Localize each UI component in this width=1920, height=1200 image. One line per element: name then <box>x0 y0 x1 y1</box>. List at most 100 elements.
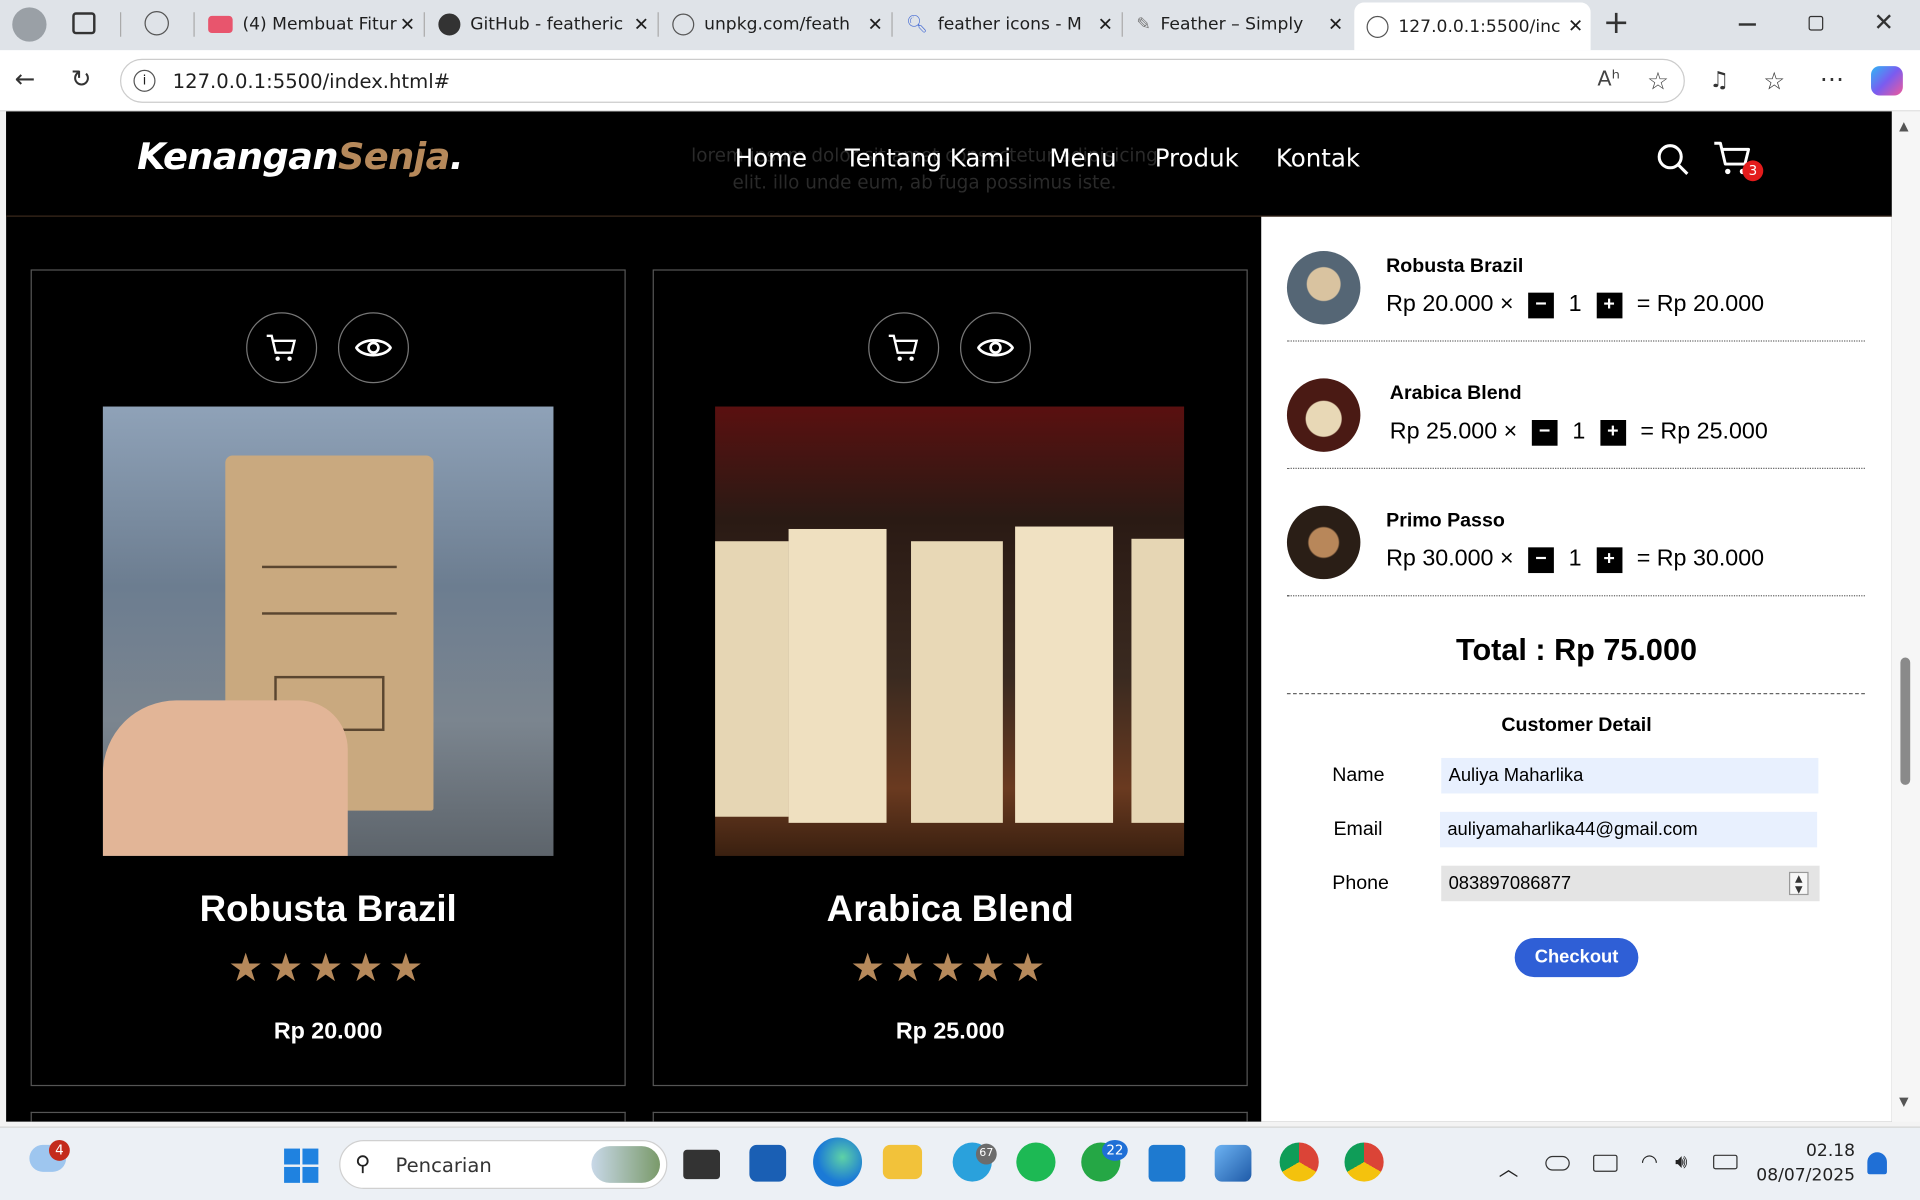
more-icon[interactable]: ⋯ <box>1820 64 1844 93</box>
tab-active[interactable]: 127.0.0.1:5500/inc ✕ <box>1354 2 1591 51</box>
close-icon[interactable]: ✕ <box>634 13 649 35</box>
spotify-icon[interactable] <box>1016 1142 1056 1182</box>
tab-feather[interactable]: ✎ Feather – Simply ✕ <box>1124 6 1351 43</box>
profile-icon[interactable] <box>12 7 47 42</box>
tab-youtube[interactable]: (4) Membuat Fitur ✕ <box>196 6 423 43</box>
increase-qty-button[interactable]: + <box>1596 546 1623 573</box>
add-to-cart-button[interactable] <box>868 312 940 384</box>
search-icon: ⚲ <box>355 1152 371 1177</box>
chevron-up-icon[interactable]: ︿ <box>1499 1152 1519 1181</box>
product-card-next <box>30 1111 626 1122</box>
cart-item-image <box>1286 505 1361 580</box>
close-window-icon[interactable]: ✕ <box>1873 7 1894 36</box>
chrome-icon[interactable] <box>1279 1142 1319 1182</box>
cart-item-qty: 1 <box>1572 418 1586 445</box>
nav-menu[interactable]: Menu <box>1049 143 1116 172</box>
view-detail-button[interactable] <box>960 312 1032 384</box>
increase-qty-button[interactable]: + <box>1599 419 1626 446</box>
copilot-icon[interactable] <box>1871 66 1903 96</box>
checkout-button[interactable]: Checkout <box>1514 937 1639 978</box>
cart-item-subtotal: = Rp 20.000 <box>1636 291 1765 318</box>
decrease-qty-button[interactable]: − <box>1528 292 1554 318</box>
telegram-badge: 67 <box>975 1143 997 1165</box>
name-input[interactable]: Auliya Maharlika <box>1441 757 1819 794</box>
page-scrollbar[interactable]: ▲ ▼ <box>1891 111 1920 1122</box>
add-to-cart-button[interactable] <box>246 312 318 384</box>
clock-date[interactable]: 08/07/2025 <box>1751 1166 1855 1186</box>
spinner-icon[interactable]: ▲ ▼ <box>1788 871 1809 896</box>
nav-produk[interactable]: Produk <box>1155 143 1239 172</box>
address-bar[interactable]: i 127.0.0.1:5500/index.html# Aʰ ☆ <box>120 58 1685 103</box>
product-price: Rp 20.000 <box>273 1018 383 1045</box>
vscode-icon[interactable] <box>1148 1144 1186 1182</box>
info-icon[interactable]: i <box>133 69 156 92</box>
github-icon <box>438 13 461 36</box>
battery-icon[interactable] <box>1713 1154 1738 1170</box>
phone-input[interactable]: 083897086877 <box>1441 865 1820 902</box>
nav-tentang-kami[interactable]: Tentang Kami <box>845 143 1011 172</box>
navbar: KenanganSenja. lorem ipsum dolor sit ame… <box>6 111 1892 217</box>
search-box[interactable]: ⚲ Pencarian <box>339 1140 668 1189</box>
customer-detail-heading: Customer Detail <box>1501 715 1652 736</box>
start-icon[interactable] <box>284 1148 319 1183</box>
keyboard-icon[interactable] <box>1593 1154 1618 1172</box>
clock-time[interactable]: 02.18 <box>1763 1141 1855 1161</box>
cart-item-name: Robusta Brazil <box>1386 255 1524 277</box>
new-tab-icon[interactable]: + <box>1603 5 1630 42</box>
decrease-qty-button[interactable]: − <box>1528 546 1554 573</box>
decrease-qty-button[interactable]: − <box>1531 419 1558 446</box>
photos-icon[interactable] <box>1214 1144 1252 1182</box>
cart-item-name: Primo Passo <box>1386 510 1505 532</box>
cart-item-qty: 1 <box>1568 291 1582 318</box>
close-icon[interactable]: ✕ <box>867 13 882 35</box>
view-detail-button[interactable] <box>337 312 409 384</box>
product-name: Robusta Brazil <box>199 888 457 930</box>
nav-home[interactable]: Home <box>735 143 807 172</box>
scrollbar-thumb[interactable] <box>1900 657 1911 785</box>
cart-item-image <box>1286 251 1361 325</box>
tab-search[interactable]: 🔍︎ feather icons - M ✕ <box>894 6 1121 43</box>
restore-icon[interactable] <box>1808 15 1824 31</box>
notification-bell-icon[interactable] <box>1867 1152 1887 1175</box>
close-icon[interactable]: ✕ <box>1328 13 1343 35</box>
rating-stars: ★★★★★ <box>228 944 429 991</box>
search-icon[interactable] <box>1656 142 1690 176</box>
email-input[interactable]: auliyamaharlika44@gmail.com <box>1440 811 1818 848</box>
close-icon[interactable]: ✕ <box>400 13 415 35</box>
tab-unpkg[interactable]: unpkg.com/feath ✕ <box>660 6 890 43</box>
tab-actions-icon[interactable] <box>72 12 96 35</box>
logo[interactable]: KenanganSenja. <box>137 136 464 179</box>
collections-icon[interactable]: ♫ <box>1709 67 1729 93</box>
cart-item-unit-price: Rp 25.000 × <box>1389 418 1518 445</box>
close-icon[interactable]: ✕ <box>1568 15 1583 37</box>
wifi-icon[interactable]: ◠ <box>1641 1150 1658 1173</box>
onedrive-icon[interactable] <box>1545 1155 1570 1171</box>
product-card: Robusta Brazil ★★★★★ Rp 20.000 <box>30 269 626 1087</box>
file-explorer-icon[interactable] <box>882 1144 923 1180</box>
reload-icon[interactable]: ↻ <box>71 64 92 93</box>
search-highlight-icon <box>591 1146 661 1183</box>
chrome-profile-icon[interactable] <box>1344 1142 1384 1182</box>
feather-icon: ✎ <box>1136 14 1151 35</box>
rating-stars: ★★★★★ <box>850 944 1051 991</box>
read-aloud-icon[interactable]: Aʰ <box>1597 67 1620 91</box>
back-icon[interactable]: ← <box>15 64 36 93</box>
store-icon[interactable] <box>749 1144 787 1182</box>
name-label: Name <box>1332 765 1385 787</box>
taskbar: 4 ⚲ Pencarian 67 22 ︿ ◠ 🔊︎ 02.18 08/07/2… <box>0 1126 1920 1200</box>
volume-icon[interactable]: 🔊︎ <box>1675 1150 1687 1174</box>
divider <box>1286 595 1865 597</box>
edge-icon[interactable] <box>813 1137 863 1187</box>
minimize-icon[interactable] <box>1738 23 1756 26</box>
tab-github[interactable]: GitHub - featheric ✕ <box>426 6 656 43</box>
task-view-icon[interactable] <box>683 1149 721 1180</box>
globe-icon[interactable] <box>144 11 169 36</box>
close-icon[interactable]: ✕ <box>1098 13 1113 35</box>
favorite-icon[interactable]: ☆ <box>1647 66 1669 95</box>
nav-kontak[interactable]: Kontak <box>1276 143 1360 172</box>
cart-item-subtotal: = Rp 25.000 <box>1640 418 1768 445</box>
eye-icon <box>977 339 1014 357</box>
divider <box>1286 340 1865 342</box>
favorites-icon[interactable]: ☆ <box>1763 66 1785 95</box>
increase-qty-button[interactable]: + <box>1596 292 1623 318</box>
